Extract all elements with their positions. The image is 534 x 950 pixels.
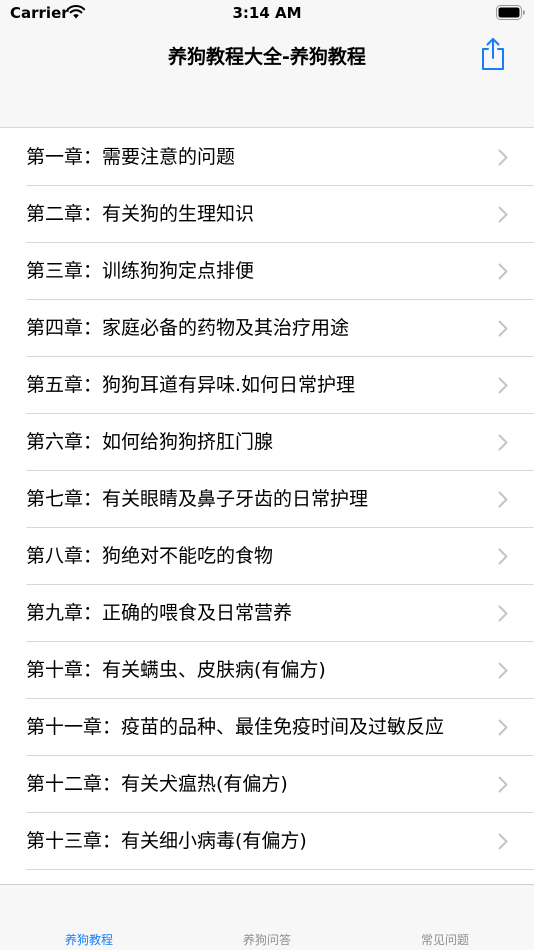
list-item[interactable]: 第二章：有关狗的生理知识 <box>0 186 534 243</box>
chevron-right-icon <box>498 548 508 565</box>
list-item-label: 第五章：狗狗耳道有异味.如何日常护理 <box>26 374 356 396</box>
tab-label: 养狗教程 <box>64 933 113 947</box>
tab-faq[interactable]: 常见问题 <box>356 885 534 950</box>
chevron-right-icon <box>498 377 508 394</box>
status-bar: Carrier 3:14 AM <box>0 0 534 30</box>
chevron-right-icon <box>498 149 508 166</box>
list-item-label: 第八章：狗绝对不能吃的食物 <box>26 545 274 567</box>
list-item[interactable]: 第三章：训练狗狗定点排便 <box>0 243 534 300</box>
chapter-list[interactable]: 第一章：需要注意的问题 第二章：有关狗的生理知识 第三章：训练狗狗定点排便第四章：家… <box>0 129 534 884</box>
list-item[interactable]: 第五章：狗狗耳道有异味.如何日常护理 <box>0 357 534 414</box>
list-item-label: 第十章：有关螨虫、皮肤病(有偏方) <box>26 659 326 681</box>
list-item[interactable]: 第十一章：疫苗的品种、最佳免疫时间及过敏反应 <box>0 699 534 756</box>
page-title: 养狗教程大全-养狗教程 <box>168 46 366 68</box>
chevron-right-icon <box>498 776 508 793</box>
chevron-right-icon <box>498 491 508 508</box>
list-item[interactable]: 第十四章：常见的狗狗疾病及治疗 <box>0 870 534 884</box>
list-item-label: 第十二章：有关犬瘟热(有偏方) <box>26 773 288 795</box>
list-item-label: 第七章：有关眼睛及鼻子牙齿的日常护理 <box>26 488 369 510</box>
list-item-label: 第十一章：疫苗的品种、最佳免疫时间及过敏反应 <box>26 716 445 738</box>
tab-label: 养狗问答 <box>242 933 291 947</box>
list-item[interactable]: 第十二章：有关犬瘟热(有偏方) <box>0 756 534 813</box>
share-icon <box>482 38 504 70</box>
tab-bar: 养狗教程 养狗问答 常见问题 <box>0 884 534 950</box>
tab-qa[interactable]: 养狗问答 <box>178 885 356 950</box>
list-item[interactable]: 第四章：家庭必备的药物及其治疗用途 <box>0 300 534 357</box>
app-screen: Carrier 3:14 AM 养狗教程大全-养狗教程 第一章：需要注意的问题第… <box>0 0 534 950</box>
chevron-right-icon <box>498 206 508 223</box>
battery-icon <box>496 5 525 20</box>
list-item-label: 第十三章：有关细小病毒(有偏方) <box>26 830 307 852</box>
list-item[interactable]: 第九章：正确的喂食及日常营养 <box>0 585 534 642</box>
list-item-label: 第一章：需要注意的问题 <box>26 146 236 168</box>
chevron-right-icon <box>498 662 508 679</box>
tab-label: 常见问题 <box>420 933 469 947</box>
navigation-bar: 养狗教程大全-养狗教程 <box>0 30 534 128</box>
chevron-right-icon <box>498 434 508 451</box>
list-item[interactable]: 第七章：有关眼睛及鼻子牙齿的日常护理 <box>0 471 534 528</box>
list-item[interactable]: 第一章：需要注意的问题 <box>0 129 534 186</box>
chevron-right-icon <box>498 719 508 736</box>
list-item-label: 第四章：家庭必备的药物及其治疗用途 <box>26 317 350 339</box>
share-button[interactable] <box>478 36 508 72</box>
tab-tutorial[interactable]: 养狗教程 <box>0 885 178 950</box>
list-item-label: 第三章：训练狗狗定点排便 <box>26 260 255 282</box>
chevron-right-icon <box>498 605 508 622</box>
list-item-label: 第六章：如何给狗狗挤肛门腺 <box>26 431 274 453</box>
status-time: 3:14 AM <box>232 4 302 22</box>
list-item[interactable]: 第八章：狗绝对不能吃的食物 <box>0 528 534 585</box>
chevron-right-icon <box>498 833 508 850</box>
list-item[interactable]: 第十三章：有关细小病毒(有偏方) <box>0 813 534 870</box>
chevron-right-icon <box>498 320 508 337</box>
list-item-label: 第十四章：常见的狗狗疾病及治疗 <box>26 870 468 884</box>
list-item[interactable]: 第六章：如何给狗狗挤肛门腺 <box>0 414 534 471</box>
list-item[interactable]: 第十章：有关螨虫、皮肤病(有偏方) <box>0 642 534 699</box>
list-item-label: 第九章：正确的喂食及日常营养 <box>26 602 293 624</box>
list-item-label: 第二章：有关狗的生理知识 <box>26 203 255 225</box>
chevron-right-icon <box>498 263 508 280</box>
